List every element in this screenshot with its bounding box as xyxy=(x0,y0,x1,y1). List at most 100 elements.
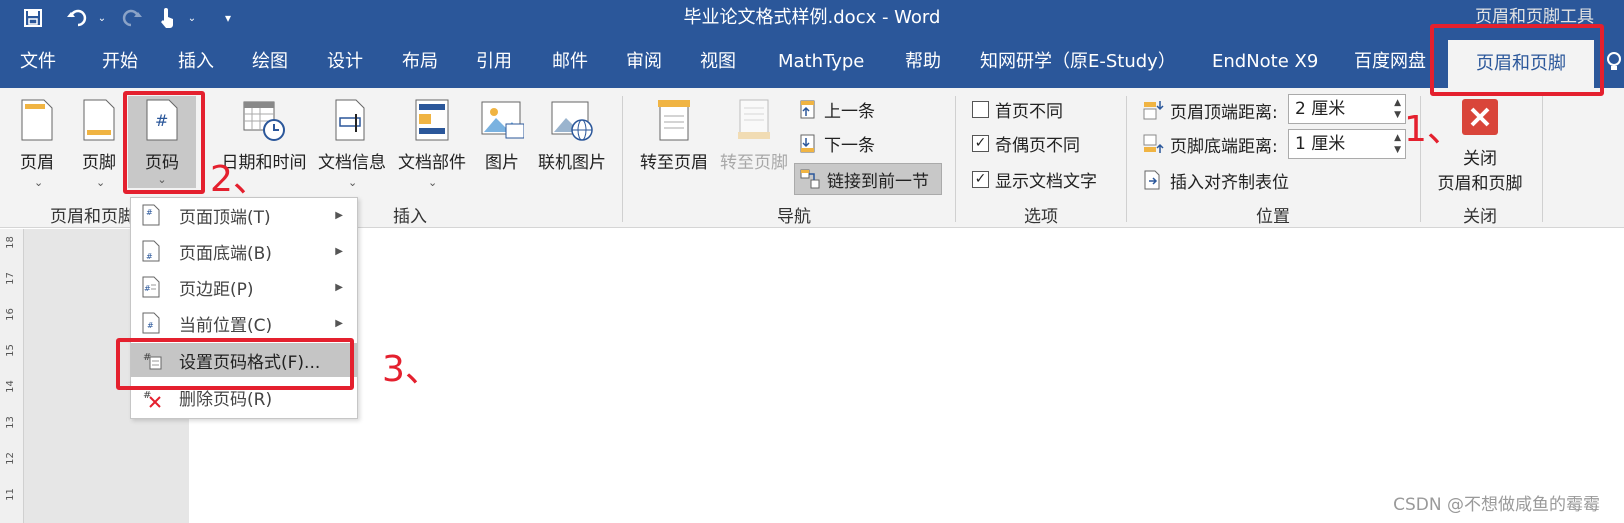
quickparts-label: 文档部件 xyxy=(398,153,466,173)
ruler-number: 17 xyxy=(4,272,16,285)
ruler-number: 13 xyxy=(4,416,16,429)
vertical-ruler[interactable]: 18 17 16 15 14 13 12 11 xyxy=(0,229,24,523)
spin-up-icon[interactable]: ▲ xyxy=(1394,134,1401,143)
quickparts-dropdown-icon[interactable]: ⌄ xyxy=(428,176,437,189)
goto-header-label: 转至页眉 xyxy=(640,153,708,173)
tab-insert[interactable]: 插入 xyxy=(178,36,214,88)
picture-button[interactable]: 图片 xyxy=(476,98,528,173)
online-picture-label: 联机图片 xyxy=(538,153,606,173)
goto-footer-label: 转至页脚 xyxy=(720,153,788,173)
docinfo-button[interactable]: 文档信息 xyxy=(314,98,390,173)
group-label-close: 关闭 xyxy=(1463,207,1497,227)
ruler-number: 14 xyxy=(4,380,16,393)
tab-mailings[interactable]: 邮件 xyxy=(552,36,588,88)
spin-down-icon[interactable]: ▼ xyxy=(1394,111,1401,120)
annotation-box-step1 xyxy=(1430,24,1604,96)
tab-baidu-netdisk[interactable]: 百度网盘 xyxy=(1354,36,1426,88)
header-button[interactable]: 页眉 xyxy=(16,98,58,173)
footer-icon xyxy=(83,99,115,141)
next-label: 下一条 xyxy=(824,135,875,156)
goto-footer-button[interactable]: 转至页脚 xyxy=(716,98,792,173)
link-previous-label: 链接到前一节 xyxy=(827,171,929,192)
goto-footer-icon xyxy=(738,99,770,139)
online-picture-button[interactable]: 联机图片 xyxy=(534,98,610,173)
link-previous-button[interactable]: 链接到前一节 xyxy=(794,163,942,195)
footer-bottom-input[interactable]: 1 厘米 ▲ ▼ xyxy=(1288,129,1406,159)
annotation-step3: 3、 xyxy=(382,349,441,390)
tab-layout[interactable]: 布局 xyxy=(402,36,438,88)
tab-review[interactable]: 审阅 xyxy=(626,36,662,88)
previous-label: 上一条 xyxy=(824,101,875,122)
tab-file[interactable]: 文件 xyxy=(20,36,56,88)
footer-position-icon xyxy=(1143,134,1164,153)
tab-view[interactable]: 视图 xyxy=(700,36,736,88)
header-position-icon xyxy=(1143,101,1164,120)
online-picture-icon xyxy=(551,101,593,141)
insert-align-tab-label: 插入对齐制表位 xyxy=(1170,172,1289,193)
checkbox-checked-icon: ✓ xyxy=(972,134,989,152)
header-top-input[interactable]: 2 厘米 ▲ ▼ xyxy=(1288,94,1406,124)
goto-header-button[interactable]: 转至页眉 xyxy=(636,98,712,173)
header-top-distance-label-row: 页眉顶端距离: xyxy=(1142,96,1278,124)
tab-draw[interactable]: 绘图 xyxy=(252,36,288,88)
header-top-value: 2 厘米 xyxy=(1295,99,1346,119)
svg-text:#: # xyxy=(143,390,151,401)
footer-bottom-value: 1 厘米 xyxy=(1295,134,1346,154)
spin-down-icon[interactable]: ▼ xyxy=(1394,146,1401,155)
quickparts-button[interactable]: 文档部件 xyxy=(394,98,470,173)
footer-button[interactable]: 页脚 xyxy=(78,98,120,173)
tab-help[interactable]: 帮助 xyxy=(905,36,941,88)
page-margin-icon: # xyxy=(142,276,160,298)
spin-up-icon[interactable]: ▲ xyxy=(1394,99,1401,108)
tab-home[interactable]: 开始 xyxy=(102,36,138,88)
group-separator xyxy=(955,96,956,222)
ruler-number: 15 xyxy=(4,344,16,357)
annotation-step2: 2、 xyxy=(210,159,269,200)
diff-first-label: 首页不同 xyxy=(995,101,1063,122)
footer-label: 页脚 xyxy=(82,153,116,173)
svg-text:#: # xyxy=(147,321,154,330)
page-bottom-icon: # xyxy=(142,240,160,262)
lightbulb-icon[interactable] xyxy=(1604,49,1624,75)
diff-odd-even-label: 奇偶页不同 xyxy=(995,135,1080,156)
watermark: CSDN @不想做咸鱼的霉霉 xyxy=(1393,495,1600,515)
submenu-arrow-icon: ▶ xyxy=(335,209,343,221)
menu-item-label: 页面底端(B) xyxy=(179,243,272,264)
header-label: 页眉 xyxy=(20,153,54,173)
close-icon xyxy=(1462,99,1498,135)
docinfo-dropdown-icon[interactable]: ⌄ xyxy=(348,176,357,189)
menu-item-label: 页边距(P) xyxy=(179,279,254,300)
header-icon xyxy=(21,99,53,141)
previous-button[interactable]: 上一条 xyxy=(798,96,875,122)
tab-estudy[interactable]: 知网研学（原E-Study） xyxy=(980,36,1176,88)
footer-dropdown-icon[interactable]: ⌄ xyxy=(96,176,105,189)
tab-endnote[interactable]: EndNote X9 xyxy=(1212,36,1318,88)
group-label-position: 位置 xyxy=(1256,207,1290,227)
next-button[interactable]: 下一条 xyxy=(798,130,875,156)
calendar-clock-icon xyxy=(243,101,285,141)
tab-references[interactable]: 引用 xyxy=(476,36,512,88)
picture-icon xyxy=(481,101,524,139)
tab-design[interactable]: 设计 xyxy=(327,36,363,88)
link-previous-icon xyxy=(800,169,820,189)
tab-mathtype[interactable]: MathType xyxy=(778,36,864,88)
show-doc-text-checkbox[interactable]: ✓ 显示文档文字 xyxy=(972,166,1097,192)
group-label-options: 选项 xyxy=(1024,207,1058,227)
insert-align-tab-button[interactable]: 插入对齐制表位 xyxy=(1142,166,1289,194)
menu-item-page-top[interactable]: # 页面顶端(T) ▶ xyxy=(131,198,357,232)
ruler-number: 16 xyxy=(4,308,16,321)
diff-first-checkbox[interactable]: 首页不同 xyxy=(972,96,1063,122)
group-label-header-footer: 页眉和页脚 xyxy=(50,207,130,227)
diff-odd-even-checkbox[interactable]: ✓ 奇偶页不同 xyxy=(972,130,1080,156)
docinfo-icon xyxy=(335,99,365,141)
submenu-arrow-icon: ▶ xyxy=(335,317,343,329)
menu-item-page-margin[interactable]: # 页边距(P) ▶ xyxy=(131,270,357,304)
svg-text:#: # xyxy=(144,284,151,293)
menu-item-current-position[interactable]: # 当前位置(C) ▶ xyxy=(131,306,357,340)
group-separator xyxy=(622,96,623,222)
docinfo-label: 文档信息 xyxy=(318,153,386,173)
menu-item-page-bottom[interactable]: # 页面底端(B) ▶ xyxy=(131,234,357,268)
ruler-number: 12 xyxy=(4,452,16,465)
group-label-navigation: 导航 xyxy=(777,207,811,227)
header-dropdown-icon[interactable]: ⌄ xyxy=(34,176,43,189)
